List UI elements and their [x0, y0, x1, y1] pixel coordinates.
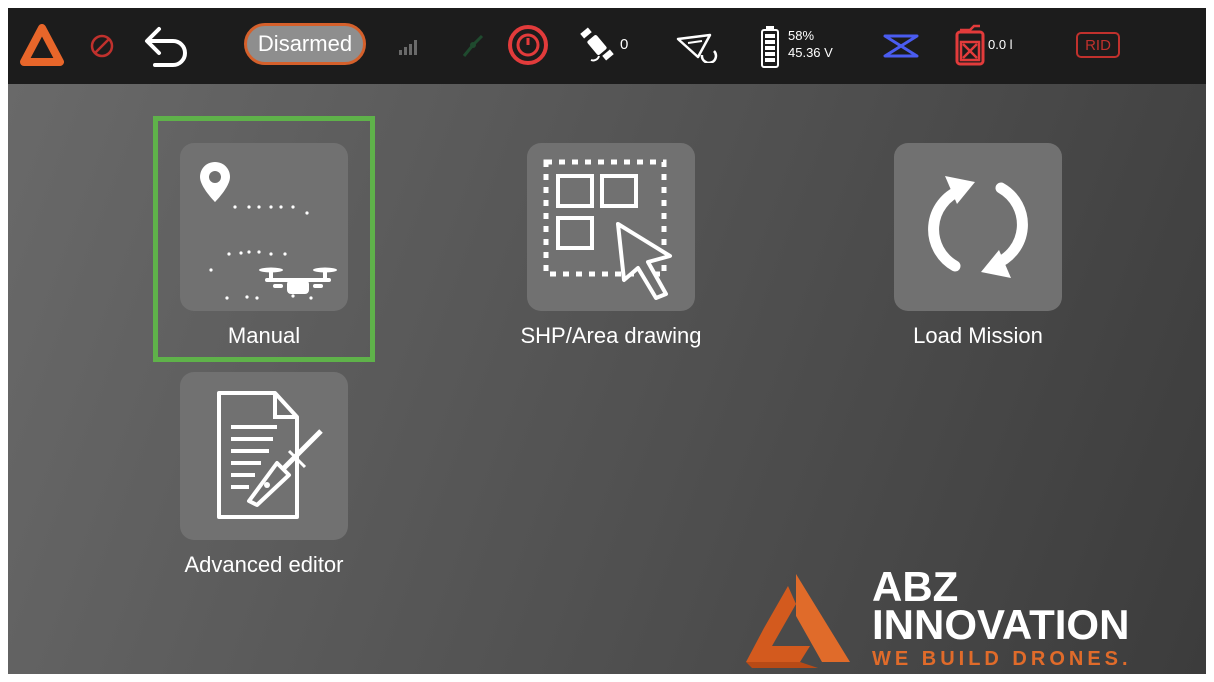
advanced-editor-tile[interactable]: [180, 372, 348, 540]
document-pen-icon: [217, 391, 323, 519]
drone-mode-icon[interactable]: [672, 28, 722, 66]
link-icon: [458, 30, 488, 62]
menu-label: Manual: [227, 323, 301, 348]
area-drawing-tile[interactable]: [527, 143, 695, 311]
brand-tagline: WE BUILD DRONES.: [872, 648, 1132, 670]
satellite-count: 0: [620, 36, 629, 53]
battery-icon: [758, 24, 782, 70]
battery-percent: 58%: [788, 28, 815, 43]
area-select-icon: [543, 159, 672, 300]
load-mission-tile[interactable]: [894, 143, 1062, 311]
map-pin-drone-icon: [200, 162, 337, 300]
battery-readout: 58% 45.36 V: [788, 27, 833, 61]
refresh-icon: [928, 176, 1028, 278]
menu-item-manual[interactable]: Manual: [180, 143, 348, 349]
menu-item-load-mission[interactable]: Load Mission: [894, 143, 1062, 349]
app-logo-icon[interactable]: [16, 20, 68, 72]
brand-line-2: INNOVATION: [872, 601, 1130, 648]
back-arrow-icon[interactable]: [138, 20, 194, 72]
menu-item-area-drawing[interactable]: SHP/Area drawing: [476, 143, 746, 349]
menu-item-advanced-editor[interactable]: Advanced editor: [166, 372, 362, 578]
satellite-icon[interactable]: [574, 24, 620, 68]
no-entry-icon[interactable]: [86, 30, 118, 62]
brand-logo-icon: [738, 568, 856, 673]
remote-id-badge[interactable]: RID: [1076, 32, 1120, 58]
menu-label: Load Mission: [913, 323, 1043, 348]
signal-bars-icon: [396, 34, 422, 58]
fuel-icon[interactable]: [952, 22, 988, 68]
manual-tile[interactable]: [180, 143, 348, 311]
flight-mode-icon[interactable]: [880, 30, 922, 62]
battery-voltage: 45.36 V: [788, 45, 833, 60]
fuel-level: 0.0 l: [988, 37, 1013, 52]
menu-label: Advanced editor: [184, 552, 344, 577]
top-status-bar: Disarmed 0 58% 45.36 V 0.0 l RID: [8, 8, 1206, 84]
app-frame: Disarmed 0 58% 45.36 V 0.0 l RID Manual …: [8, 8, 1206, 674]
brand-wordmark: ABZ INNOVATION: [872, 566, 1130, 648]
menu-label: SHP/Area drawing: [520, 323, 702, 348]
arm-status-badge[interactable]: Disarmed: [244, 23, 366, 65]
alert-timer-icon[interactable]: [504, 21, 552, 69]
